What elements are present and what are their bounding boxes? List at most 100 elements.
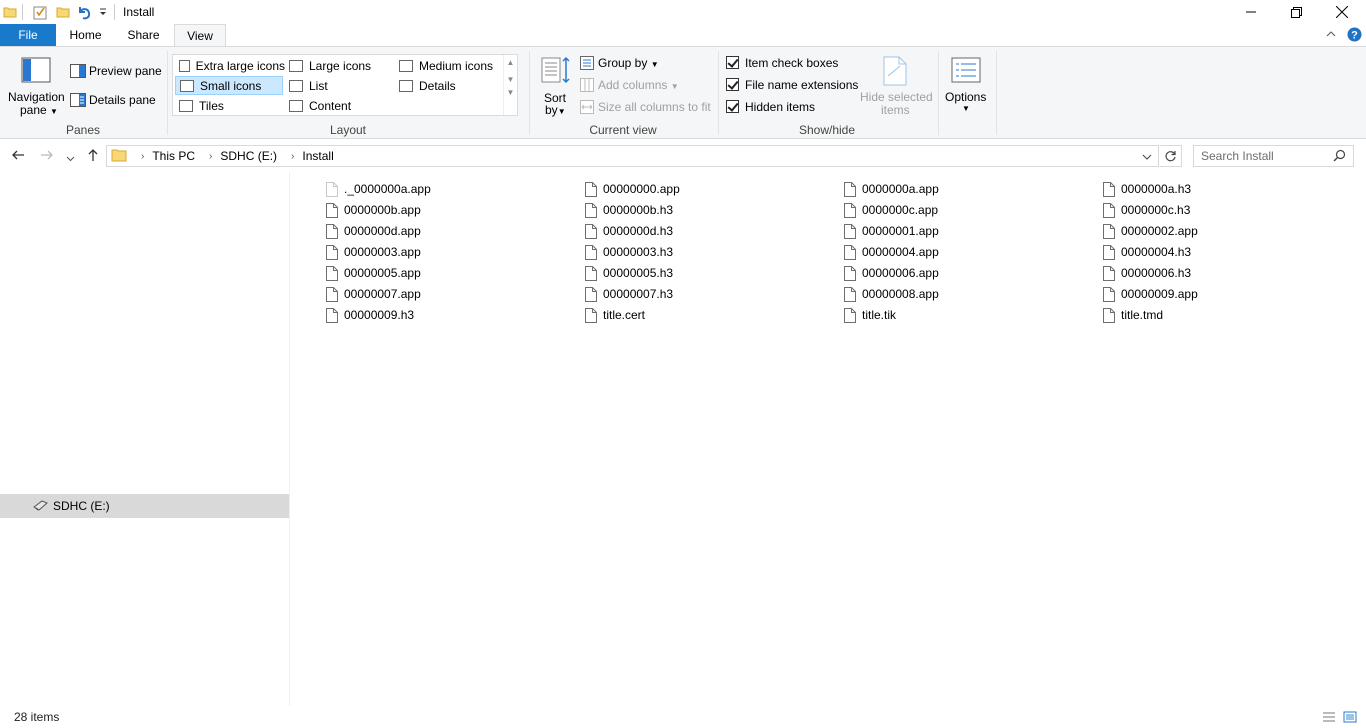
file-item[interactable]: 0000000d.h3 bbox=[585, 221, 673, 241]
more-icon[interactable]: ▼ bbox=[504, 88, 517, 97]
file-item[interactable]: title.tik bbox=[844, 305, 896, 325]
file-icon bbox=[1103, 223, 1115, 239]
file-name-extensions-label[interactable]: File name extensions bbox=[745, 78, 858, 92]
address-history-button[interactable] bbox=[1142, 151, 1152, 165]
file-item[interactable]: 00000009.h3 bbox=[326, 305, 414, 325]
minimize-button[interactable] bbox=[1228, 0, 1274, 24]
file-item[interactable]: 00000007.app bbox=[326, 284, 421, 304]
sort-by-dropdown[interactable]: by▼ bbox=[545, 103, 566, 117]
nav-item-sdhc[interactable]: SDHC (E:) bbox=[0, 494, 289, 518]
layout-details[interactable]: Details bbox=[395, 76, 505, 95]
breadcrumb-this-pc[interactable]: This PC bbox=[152, 149, 195, 163]
layout-medium-icons[interactable]: Medium icons bbox=[395, 56, 505, 75]
restore-icon bbox=[1290, 6, 1302, 18]
options-button[interactable]: Options bbox=[945, 90, 986, 104]
file-item[interactable]: 00000007.h3 bbox=[585, 284, 673, 304]
navigation-pane[interactable]: SDHC (E:) bbox=[0, 172, 290, 706]
file-icon bbox=[1103, 181, 1115, 197]
close-button[interactable] bbox=[1319, 0, 1365, 24]
search-icon[interactable] bbox=[1333, 149, 1346, 165]
search-input[interactable]: Search Install bbox=[1193, 145, 1354, 167]
file-item[interactable]: 00000005.app bbox=[326, 263, 421, 283]
breadcrumb-sdhc[interactable]: SDHC (E:) bbox=[220, 149, 277, 163]
file-item[interactable]: 0000000b.h3 bbox=[585, 200, 673, 220]
restore-button[interactable] bbox=[1273, 0, 1319, 24]
file-item[interactable]: title.cert bbox=[585, 305, 645, 325]
recent-locations-button[interactable] bbox=[66, 150, 75, 166]
hide-selected-icon[interactable] bbox=[882, 56, 908, 89]
navigation-pane-label[interactable]: Navigation bbox=[8, 90, 65, 104]
address-bar[interactable]: › This PC › SDHC (E:) › Install bbox=[106, 145, 1159, 167]
file-name-extensions-checkbox[interactable] bbox=[726, 78, 739, 91]
add-columns-button[interactable]: Add columns ▼ bbox=[598, 78, 679, 92]
file-item[interactable]: 00000008.app bbox=[844, 284, 939, 304]
file-list[interactable]: ._0000000a.app 00000000.app 0000000a.app 00… bbox=[291, 172, 1366, 706]
breadcrumb-install[interactable]: Install bbox=[302, 149, 333, 163]
sort-by-icon[interactable] bbox=[541, 56, 571, 89]
file-item[interactable]: 0000000d.app bbox=[326, 221, 421, 241]
details-view-icon[interactable] bbox=[1322, 710, 1336, 727]
item-check-boxes-label[interactable]: Item check boxes bbox=[745, 56, 838, 70]
file-item[interactable]: 00000002.app bbox=[1103, 221, 1198, 241]
chevron-right-icon[interactable]: › bbox=[291, 151, 294, 162]
file-item[interactable]: 00000000.app bbox=[585, 179, 680, 199]
refresh-button[interactable] bbox=[1160, 145, 1182, 167]
file-item[interactable]: 00000003.app bbox=[326, 242, 421, 262]
file-item[interactable]: 0000000c.app bbox=[844, 200, 938, 220]
file-icon bbox=[1103, 202, 1115, 218]
tab-home[interactable]: Home bbox=[58, 24, 113, 47]
file-item[interactable]: 00000003.h3 bbox=[585, 242, 673, 262]
hidden-items-checkbox[interactable] bbox=[726, 100, 739, 113]
up-button[interactable] bbox=[86, 148, 100, 165]
file-item[interactable]: 0000000a.app bbox=[844, 179, 939, 199]
forward-button[interactable] bbox=[40, 148, 54, 165]
tab-file[interactable]: File bbox=[0, 24, 56, 47]
group-by-button[interactable]: Group by ▼ bbox=[598, 56, 659, 70]
layout-large-icons[interactable]: Large icons bbox=[285, 56, 395, 75]
hide-selected-label[interactable]: Hide selected bbox=[860, 90, 933, 104]
file-item[interactable]: 00000001.app bbox=[844, 221, 939, 241]
file-item[interactable]: 00000004.h3 bbox=[1103, 242, 1191, 262]
file-item[interactable]: 00000006.app bbox=[844, 263, 939, 283]
show-hide-group-label: Show/hide bbox=[798, 123, 856, 137]
small-icons-icon bbox=[180, 79, 194, 92]
file-item[interactable]: 00000009.app bbox=[1103, 284, 1198, 304]
tab-view[interactable]: View bbox=[174, 24, 226, 48]
file-item[interactable]: 0000000b.app bbox=[326, 200, 421, 220]
details-pane-button[interactable]: Details pane bbox=[89, 93, 156, 107]
properties-icon[interactable] bbox=[33, 3, 48, 21]
new-folder-icon[interactable] bbox=[56, 3, 70, 21]
tab-share[interactable]: Share bbox=[115, 24, 172, 47]
options-icon[interactable] bbox=[951, 57, 981, 86]
file-item[interactable]: 00000004.app bbox=[844, 242, 939, 262]
hidden-items-label[interactable]: Hidden items bbox=[745, 100, 815, 114]
file-item[interactable]: ._0000000a.app bbox=[326, 179, 431, 199]
undo-icon[interactable] bbox=[76, 3, 92, 21]
help-icon[interactable]: ? bbox=[1347, 27, 1362, 45]
back-button[interactable] bbox=[11, 148, 25, 165]
navigation-pane-icon[interactable] bbox=[21, 57, 51, 86]
size-all-columns-button[interactable]: Size all columns to fit bbox=[598, 100, 711, 114]
preview-pane-button[interactable]: Preview pane bbox=[89, 64, 162, 78]
navigation-pane-dropdown[interactable]: pane ▼ bbox=[20, 103, 58, 117]
layout-content[interactable]: Content bbox=[285, 96, 395, 115]
file-item[interactable]: 00000006.h3 bbox=[1103, 263, 1191, 283]
layout-gallery-scrollbar[interactable]: ▲ ▼ ▼ bbox=[503, 55, 517, 115]
layout-list[interactable]: List bbox=[285, 76, 395, 95]
scroll-up-icon[interactable]: ▲ bbox=[504, 58, 517, 67]
options-dropdown-icon[interactable]: ▼ bbox=[962, 104, 970, 113]
collapse-ribbon-icon[interactable] bbox=[1326, 28, 1336, 42]
layout-tiles[interactable]: Tiles bbox=[175, 96, 285, 115]
scroll-down-icon[interactable]: ▼ bbox=[504, 75, 517, 84]
layout-small-icons[interactable]: Small icons bbox=[175, 76, 283, 95]
file-item[interactable]: 0000000a.h3 bbox=[1103, 179, 1191, 199]
layout-extra-large-icons[interactable]: Extra large icons bbox=[175, 56, 285, 75]
customize-toolbar-icon[interactable] bbox=[98, 3, 108, 21]
file-item[interactable]: 0000000c.h3 bbox=[1103, 200, 1190, 220]
item-check-boxes-checkbox[interactable] bbox=[726, 56, 739, 69]
large-icons-view-icon[interactable] bbox=[1343, 710, 1357, 727]
file-item[interactable]: 00000005.h3 bbox=[585, 263, 673, 283]
chevron-right-icon[interactable]: › bbox=[141, 151, 144, 162]
chevron-right-icon[interactable]: › bbox=[209, 151, 212, 162]
file-item[interactable]: title.tmd bbox=[1103, 305, 1163, 325]
